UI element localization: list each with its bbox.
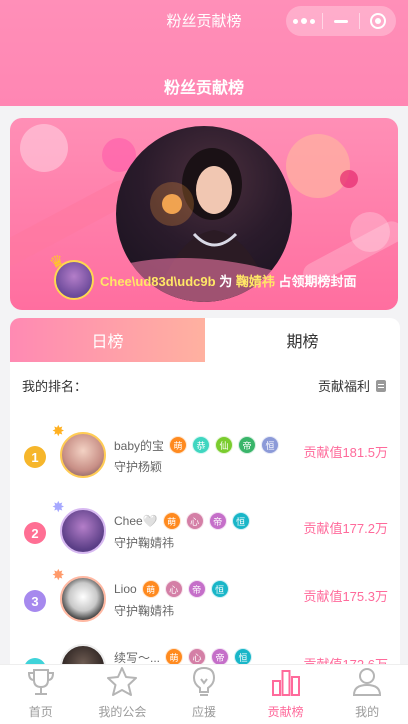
level-badge-icon: 萌 (162, 512, 181, 530)
lightbulb-icon (192, 666, 215, 696)
top-fan-name: Chee\ud83d\udc9b (100, 273, 216, 289)
ranking-card: 日榜 期榜 我的排名： 贡献福利 1 ✸ baby的宝 萌 恭 仙 帝 恒 守护… (10, 318, 400, 678)
nav-my-guild[interactable]: 我的公会 (82, 665, 164, 724)
bottom-nav: 首页 我的公会 应援 贡献榜 我的 (0, 664, 408, 724)
sparkle-icon: ✸ (52, 423, 65, 440)
nav-contribution[interactable]: 贡献榜 (245, 665, 327, 724)
rank-medal: 1 (24, 446, 46, 468)
cover-caption-text: Chee\ud83d\udc9b 为 鞠婧祎 占领期榜封面 (100, 271, 357, 290)
tab-period[interactable]: 期榜 (205, 318, 400, 362)
star-name: 鞠婧祎 (235, 273, 275, 289)
nickname: 续写～... (114, 650, 161, 665)
document-icon (376, 379, 386, 392)
ranking-tabs: 日榜 期榜 (10, 318, 400, 362)
eternal-badge-icon: 恒 (210, 580, 229, 598)
nav-support[interactable]: 应援 (163, 665, 245, 724)
my-rank-label: 我的排名： (22, 379, 88, 394)
guard-text: 守护杨颖 (114, 460, 163, 474)
welfare-label: 贡献福利 (317, 379, 370, 394)
nickname: baby的宝 (114, 438, 165, 453)
emperor-badge-icon: 帝 (187, 580, 206, 598)
decor-bubble (286, 134, 350, 198)
heart-badge-icon: 心 (185, 512, 204, 530)
nav-mine[interactable]: 我的 (326, 665, 408, 724)
bar-chart-icon (271, 670, 300, 696)
page-title: 粉丝贡献榜 (163, 80, 244, 97)
crown-icon: ♛ (47, 251, 68, 274)
nav-label: 我的 (355, 705, 380, 719)
ranking-row[interactable]: 2 ✸ Chee🤍 萌 心 帝 恒 守护鞠婧祎 贡献值177.2万 (10, 499, 400, 568)
more-button[interactable] (286, 6, 322, 36)
decor-bubble (20, 124, 68, 172)
rank-medal: 2 (24, 522, 46, 544)
rank-medal: 3 (24, 590, 46, 612)
ranking-row[interactable]: 1 ✸ baby的宝 萌 恭 仙 帝 恒 守护杨颖 贡献值181.5万 (10, 423, 400, 492)
nav-label: 首页 (28, 705, 53, 719)
nickname: Lioo (114, 582, 137, 596)
guard-text: 守护鞠婧祎 (114, 604, 175, 618)
guard-text: 守护鞠婧祎 (114, 536, 175, 550)
nickname-line: Chee🤍 萌 心 帝 恒 (114, 512, 250, 530)
avatar[interactable]: ✸ (52, 423, 106, 478)
minus-icon (334, 19, 348, 23)
ranking-row[interactable]: 3 ✸ Lioo 萌 心 帝 恒 守护鞠婧祎 贡献值175.3万 (10, 567, 400, 636)
emperor-badge-icon: 帝 (208, 512, 227, 530)
target-icon (370, 13, 386, 29)
contribution-score: 贡献值177.2万 (303, 521, 388, 536)
level-badge-icon: 萌 (169, 436, 188, 454)
welfare-link[interactable]: 贡献福利 (318, 376, 386, 395)
avatar[interactable]: ✸ (52, 567, 106, 622)
caption-suffix: 占领期榜封面 (278, 273, 357, 289)
top-fan-avatar[interactable]: ♛ (47, 252, 94, 300)
nav-label: 贡献榜 (267, 705, 304, 719)
mini-program-capsule (286, 6, 396, 36)
star-icon (107, 667, 138, 696)
caption-connector: 为 (219, 273, 233, 289)
nav-label: 我的公会 (98, 705, 147, 719)
cover-banner[interactable]: ♛ Chee\ud83d\udc9b 为 鞠婧祎 占领期榜封面 (10, 118, 398, 310)
nickname-line: Lioo 萌 心 帝 恒 (114, 580, 229, 598)
contribution-score: 贡献值175.3万 (303, 589, 388, 604)
cover-caption: ♛ Chee\ud83d\udc9b 为 鞠婧祎 占领期榜封面 (47, 252, 357, 300)
eternal-badge-icon: 恒 (231, 512, 250, 530)
sparkle-icon: ✸ (52, 567, 65, 584)
tab-daily[interactable]: 日榜 (10, 318, 205, 362)
minimize-button[interactable] (323, 6, 359, 36)
immortal-badge-icon: 仙 (215, 436, 234, 454)
nav-home[interactable]: 首页 (0, 665, 82, 724)
nickname: Chee🤍 (114, 514, 158, 528)
nickname-line: baby的宝 萌 恭 仙 帝 恒 (114, 436, 280, 454)
contribution-score: 贡献值181.5万 (303, 445, 388, 460)
heart-badge-icon: 心 (164, 580, 183, 598)
header: 粉丝贡献榜 粉丝贡献榜 (0, 0, 408, 106)
emperor-badge-icon: 帝 (238, 436, 257, 454)
eternal-badge-icon: 恒 (261, 436, 280, 454)
user-icon (353, 668, 382, 696)
decor-bubble (340, 170, 358, 188)
more-dots-icon (293, 18, 315, 24)
level-badge-icon: 萌 (141, 580, 160, 598)
avatar[interactable]: ✸ (52, 499, 106, 554)
sparkle-icon: ✸ (52, 499, 65, 516)
close-button[interactable] (360, 6, 396, 36)
nav-label: 应援 (191, 705, 216, 719)
heart-badge-icon: 恭 (192, 436, 211, 454)
trophy-icon (27, 669, 54, 695)
